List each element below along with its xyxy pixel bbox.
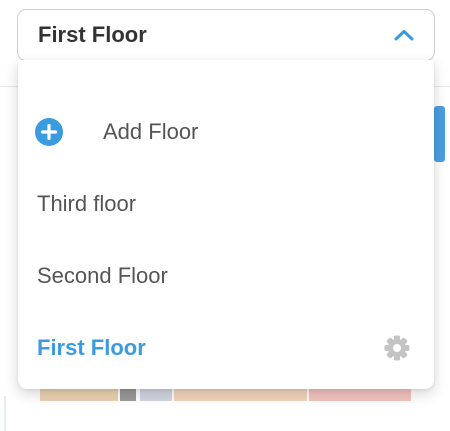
menu-item-label: Second Floor [37, 263, 168, 288]
menu-item-second-floor[interactable]: Second Floor [18, 246, 434, 306]
floor-dropdown-menu: Add Floor Third floor Second Floor First… [18, 60, 434, 389]
menu-item-label: First Floor [37, 335, 146, 360]
menu-item-third-floor[interactable]: Third floor [18, 174, 434, 234]
floor-selector-screen: First Floor Add Floor Third floor Second… [0, 0, 450, 431]
gear-icon[interactable] [382, 333, 412, 363]
floor-select[interactable]: First Floor [17, 9, 435, 61]
menu-item-label: Third floor [37, 191, 137, 216]
plus-circle-icon [34, 117, 64, 147]
menu-item-first-floor[interactable]: First Floor [18, 318, 434, 378]
background-side-tab [434, 106, 445, 162]
add-floor-label: Add Floor [103, 119, 199, 144]
chevron-up-icon[interactable] [393, 24, 415, 46]
floor-select-value: First Floor [38, 22, 147, 47]
add-floor-button[interactable]: Add Floor [18, 102, 434, 162]
background-left-line [4, 396, 6, 431]
